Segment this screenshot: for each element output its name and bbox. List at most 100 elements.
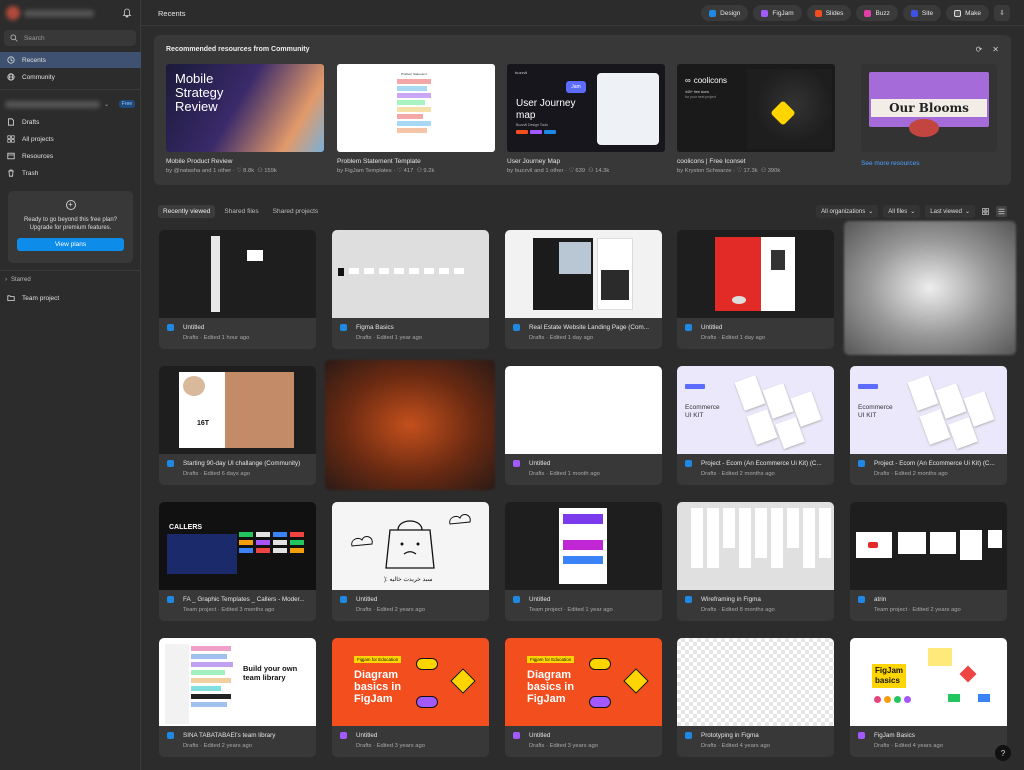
create-slides-button[interactable]: Slides	[806, 5, 852, 21]
community-card[interactable]: Our Blooms	[861, 64, 997, 152]
file-type-filter[interactable]: All files ⌄	[883, 205, 921, 218]
buzz-icon	[864, 9, 872, 17]
sidebar-item-drafts[interactable]: Drafts	[0, 114, 141, 130]
file-card[interactable]: Figma Basics Drafts · Edited 1 year ago	[332, 230, 489, 349]
search-input[interactable]	[24, 34, 124, 42]
sidebar-item-all-projects[interactable]: All projects	[0, 131, 141, 147]
file-card[interactable]: CALLERS FA _ Graphic Templates _ Callers…	[159, 502, 316, 621]
import-button[interactable]: ⇩	[994, 5, 1010, 21]
thumb-text: Problem Statement	[401, 72, 427, 76]
create-figjam-button[interactable]: FigJam	[753, 5, 802, 21]
file-card[interactable]: Ecommerce UI KIT Project - Ecom (An Ecom…	[850, 366, 1007, 485]
community-card[interactable]: Mobile Strategy Review Mobile Product Re…	[166, 64, 324, 174]
file-card[interactable]: 16T Starting 90-day UI challange (Commun…	[159, 366, 316, 485]
community-card[interactable]: ∞ coolicons 440+ free icons for your nex…	[677, 64, 835, 174]
file-card[interactable]: Untitled Drafts · Edited 1 day ago	[677, 230, 834, 349]
file-thumbnail	[505, 366, 662, 454]
file-card-redacted[interactable]	[325, 360, 495, 490]
organization-filter[interactable]: All organizations ⌄	[816, 205, 879, 218]
file-card[interactable]: Prototyping in Figma Drafts · Edited 4 y…	[677, 638, 834, 757]
thumb-text: Mobile	[175, 71, 214, 86]
file-card[interactable]: سبد خریدت خالیه :( Untitled Drafts · Edi…	[332, 502, 489, 621]
bell-icon[interactable]	[122, 8, 132, 18]
account-switcher[interactable]	[6, 6, 126, 20]
pill-label: Slides	[825, 9, 844, 17]
tab-shared-projects[interactable]: Shared projects	[268, 205, 324, 218]
see-more-resources-link[interactable]: See more resources	[861, 160, 920, 167]
close-icon[interactable]: ✕	[992, 45, 999, 54]
file-meta: Drafts · Edited 4 years ago	[874, 743, 943, 749]
file-card-redacted[interactable]	[844, 221, 1016, 355]
figjam-file-icon	[858, 732, 865, 739]
heart-icon: ♡	[396, 168, 403, 174]
slides-icon	[814, 9, 822, 17]
thumb-text: Diagram	[354, 669, 399, 681]
file-card[interactable]: atrin Team project · Edited 2 years ago	[850, 502, 1007, 621]
tab-shared-files[interactable]: Shared files	[219, 205, 263, 218]
thumb-text: 440+ free icons	[685, 90, 710, 94]
starred-header[interactable]: › Starred	[5, 277, 31, 283]
file-card[interactable]: Build your own team library SINA TABATAB…	[159, 638, 316, 757]
sidebar-item-label: Trash	[22, 169, 39, 177]
design-file-icon	[513, 324, 520, 331]
tab-recently-viewed[interactable]: Recently viewed	[158, 205, 216, 218]
file-card[interactable]: Wireframing in Figma Drafts · Edited 8 m…	[677, 502, 834, 621]
user-icon: ⚇	[588, 168, 594, 174]
thumb-text: FigJam	[875, 666, 904, 675]
file-meta: Drafts · Edited 1 year ago	[356, 335, 423, 341]
file-card[interactable]: FigJam basics FigJam Basics Drafts · Edi…	[850, 638, 1007, 757]
heart-icon: ♡	[736, 168, 742, 174]
file-thumbnail	[505, 502, 662, 590]
thumb-text: User Journey	[516, 98, 576, 109]
sidebar-item-recents[interactable]: Recents	[0, 52, 141, 68]
create-make-button[interactable]: Make	[946, 5, 989, 21]
divider	[0, 89, 141, 90]
thumb-text: UI KIT	[858, 412, 877, 419]
heart-icon: ♡	[236, 168, 242, 174]
figjam-file-icon	[340, 732, 347, 739]
chevron-down-icon: ⌄	[868, 209, 874, 215]
help-button[interactable]: ?	[995, 745, 1011, 761]
sidebar-item-resources[interactable]: Resources	[0, 148, 141, 164]
file-card[interactable]: Figjam for Education Diagram basics in F…	[332, 638, 489, 757]
file-card[interactable]: Untitled Team project · Edited 1 year ag…	[505, 502, 662, 621]
design-file-icon	[167, 324, 174, 331]
file-name: Untitled	[356, 596, 378, 603]
upgrade-card: + Ready to go beyond this free plan? Upg…	[8, 191, 133, 263]
refresh-icon[interactable]: ⟳	[976, 45, 983, 54]
community-card[interactable]: buzzvil Jam User Journey map Buzzvil Des…	[507, 64, 665, 174]
file-card[interactable]: Ecommerce UI KIT Project - Ecom (An Ecom…	[677, 366, 834, 485]
thumb-text: 16T	[197, 420, 210, 427]
file-card[interactable]: Untitled Drafts · Edited 1 month ago	[505, 366, 662, 485]
file-meta: Drafts · Edited 1 day ago	[529, 335, 594, 341]
file-card[interactable]: Figjam for Education Diagram basics in F…	[505, 638, 662, 757]
sidebar-item-community[interactable]: Community	[0, 69, 141, 85]
file-meta: Team project · Edited 2 years ago	[874, 607, 961, 613]
file-meta: Drafts · Edited 1 month ago	[529, 471, 600, 477]
file-thumbnail	[677, 638, 834, 726]
team-switcher[interactable]: ⌄ Free	[5, 99, 135, 109]
file-card[interactable]: Real Estate Website Landing Page (Com...…	[505, 230, 662, 349]
file-meta: Drafts · Edited 1 day ago	[701, 335, 766, 341]
file-thumbnail: Ecommerce UI KIT	[677, 366, 834, 454]
create-site-button[interactable]: Site	[902, 5, 942, 21]
file-name: Untitled	[183, 324, 205, 331]
sidebar-item-trash[interactable]: Trash	[0, 165, 141, 181]
file-card[interactable]: Untitled Drafts · Edited 1 hour ago	[159, 230, 316, 349]
file-thumbnail	[159, 230, 316, 318]
create-buzz-button[interactable]: Buzz	[856, 5, 898, 21]
resources-icon	[7, 152, 15, 160]
community-card[interactable]: Problem Statement Problem Statement Temp…	[337, 64, 495, 174]
file-meta: Team project · Edited 1 year ago	[529, 607, 613, 613]
sidebar-item-team-project[interactable]: Team project	[0, 290, 141, 306]
view-plans-button[interactable]: View plans	[17, 238, 124, 251]
file-name: Untitled	[356, 732, 378, 739]
draft-icon	[7, 118, 15, 126]
thumb-text: UI KIT	[685, 412, 704, 419]
create-design-button[interactable]: Design	[701, 5, 749, 21]
list-view-icon[interactable]	[996, 206, 1007, 217]
grid-view-icon[interactable]	[980, 206, 991, 217]
sort-filter[interactable]: Last viewed ⌄	[925, 205, 975, 218]
search-box[interactable]	[4, 30, 136, 46]
thumb-text: Ecommerce	[858, 404, 893, 411]
